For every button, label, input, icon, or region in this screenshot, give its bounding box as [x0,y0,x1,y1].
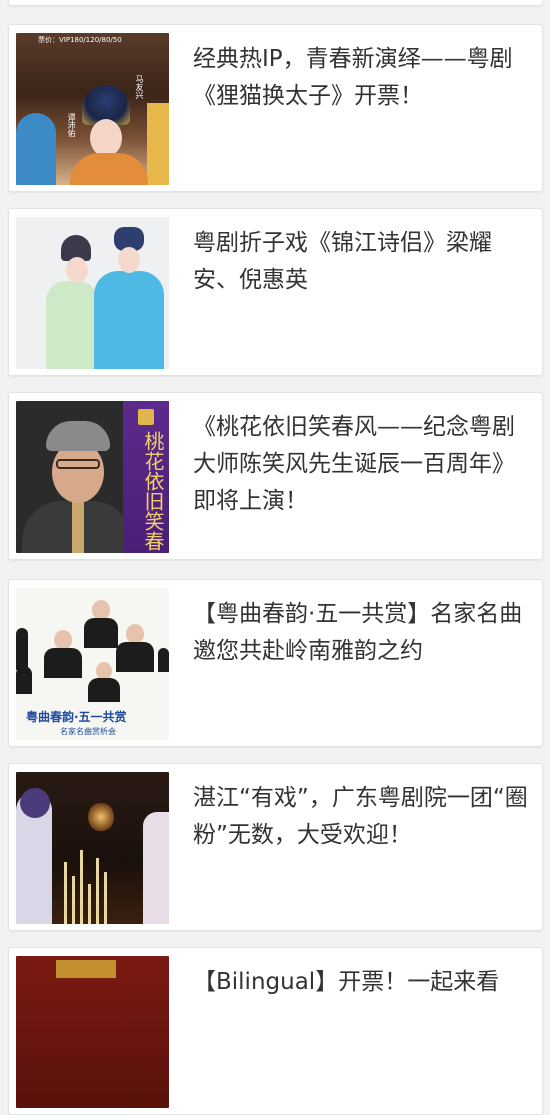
stage-prop [72,876,75,924]
performer-face [92,600,110,620]
article-thumbnail [16,217,169,369]
article-thumbnail [16,772,169,924]
performer-robe [70,153,148,185]
article-title: 【粤曲春韵·五一共赏】名家名曲邀您共赴岭南雅韵之约 [193,601,523,664]
performer-face [118,247,140,273]
article-thumbnail: 桃花依旧笑春 [16,401,169,553]
performer-figure [16,113,56,185]
article-card[interactable]: 粤剧折子戏《锦江诗侣》梁耀安、倪惠英 [8,208,543,376]
performer-face [66,257,88,283]
performer-figure [158,648,169,672]
stage-prop [80,850,83,924]
poster-subcaption: 名家名曲赏析会 [60,727,116,736]
performer-face [54,630,72,650]
seal-icon [138,409,154,425]
stage-prop [88,884,91,924]
poster-banner [56,960,116,978]
poster-price: 票价：VIP180/120/80/50 [38,36,122,44]
article-title: 经典热IP，青春新演绎——粤剧《狸猫换太子》开票！ [193,46,513,109]
poster-name: 马友兴 [135,75,144,99]
article-card[interactable]: 票价：VIP180/120/80/50 马友兴 谭沛佑 经典热IP，青春新演绎—… [8,24,543,192]
banner-text: 桃花依旧笑春 [141,431,165,551]
stage-prop [96,858,99,924]
article-title: 【Bilingual】开票！一起来看 [193,969,500,995]
headdress [20,788,50,818]
article-card[interactable]: 桃花依旧笑春 《桃花依旧笑春风——纪念粤剧大师陈笑风先生诞辰一百周年》即将上演！ [8,392,543,560]
portrait-glasses [56,459,100,469]
performer-figure [143,812,169,924]
stage-light [88,802,114,832]
performer-face [90,119,122,157]
portrait-tie [72,501,84,553]
article-title: 《桃花依旧笑春风——纪念粤剧大师陈笑风先生诞辰一百周年》即将上演！ [193,414,515,514]
performer-figure [116,642,154,672]
poster-caption: 粤曲春韵·五一共赏 [26,710,127,724]
performer-figure [88,678,120,702]
article-card[interactable]: 【Bilingual】开票！一起来看 [8,947,543,1115]
article-card[interactable] [8,0,543,6]
portrait-cap [46,421,110,451]
stage-prop [104,872,107,924]
article-title: 湛江“有戏”，广东粤剧院一团“圈粉”无数，大受欢迎！ [193,785,528,848]
article-title: 粤剧折子戏《锦江诗侣》梁耀安、倪惠英 [193,230,492,293]
performer-figure [94,271,164,369]
article-card[interactable]: 湛江“有戏”，广东粤剧院一团“圈粉”无数，大受欢迎！ [8,763,543,931]
performer-figure [44,648,82,678]
article-card[interactable]: 粤曲春韵·五一共赏 名家名曲赏析会 【粤曲春韵·五一共赏】名家名曲邀您共赴岭南雅… [8,579,543,747]
stage-prop [64,862,67,924]
article-thumbnail: 粤曲春韵·五一共赏 名家名曲赏析会 [16,588,169,740]
performer-figure [46,281,98,369]
performer-figure [16,628,28,670]
article-thumbnail: 票价：VIP180/120/80/50 马友兴 谭沛佑 [16,33,169,185]
performer-figure [147,103,169,185]
performer-figure [84,618,118,648]
poster-name: 谭沛佑 [67,113,76,137]
performer-figure [16,666,32,694]
performer-face [126,624,144,644]
